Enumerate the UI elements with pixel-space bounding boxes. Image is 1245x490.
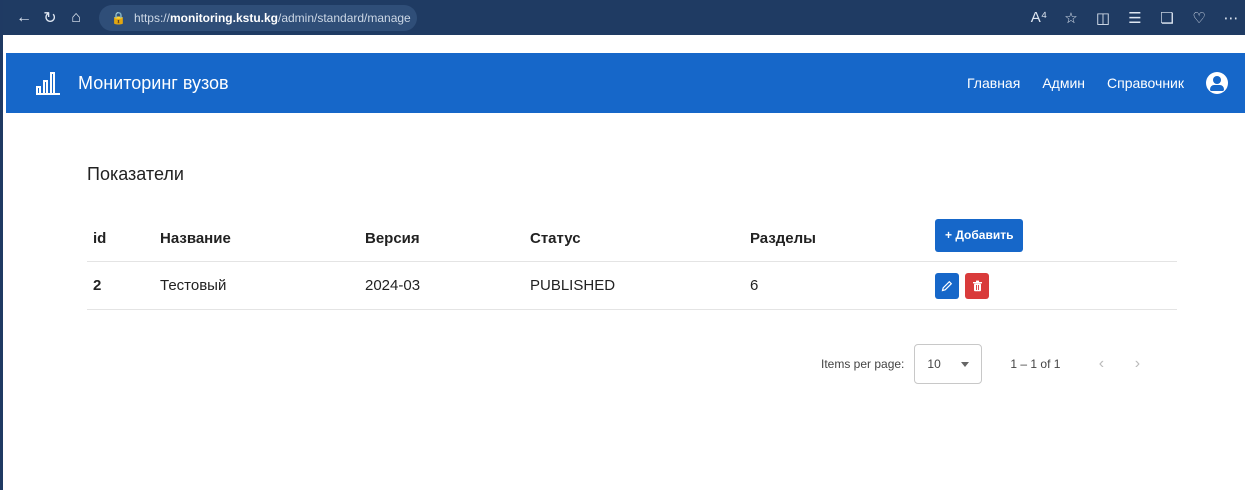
address-bar[interactable]: 🔒 https://monitoring.kstu.kg/admin/stand… <box>99 4 417 31</box>
row-version: 2024-03 <box>365 277 421 294</box>
bar-chart-logo-icon <box>36 70 66 96</box>
row-id: 2 <box>93 277 102 294</box>
row-sections: 6 <box>750 277 759 294</box>
table-row[interactable]: 2 Тестовый 2024-03 PUBLISHED 6 <box>87 262 1177 310</box>
column-header-name: Название <box>160 229 231 247</box>
column-header-version: Версия <box>365 229 420 247</box>
trash-icon <box>972 280 982 291</box>
dropdown-caret-icon <box>961 362 970 367</box>
delete-button[interactable] <box>965 272 989 299</box>
indicators-table: id Название Версия Статус Разделы + Доба… <box>87 215 1177 310</box>
next-page-icon[interactable]: › <box>1124 351 1150 377</box>
brand-name[interactable]: Мониторинг вузов <box>78 73 229 94</box>
paginator: Items per page: 10 1 – 1 of 1 ‹ › <box>821 342 1150 386</box>
browser-essentials-icon[interactable]: ♡ <box>1186 5 1212 31</box>
page-title: Показатели <box>87 164 184 184</box>
browser-actions: A⁴ ☆ ◫ ☰ ❏ ♡ ⋯ <box>1026 0 1245 35</box>
more-menu-icon[interactable]: ⋯ <box>1218 5 1244 31</box>
row-name: Тестовый <box>160 277 227 294</box>
account-icon[interactable] <box>1206 72 1228 94</box>
actions-header: + Добавить <box>935 218 1024 252</box>
refresh-icon[interactable]: ↻ <box>37 5 63 31</box>
collections-icon[interactable]: ❏ <box>1154 5 1180 31</box>
lock-icon: 🔒 <box>111 10 126 25</box>
column-header-id: id <box>93 229 107 247</box>
split-screen-icon[interactable]: ◫ <box>1090 5 1116 31</box>
app-header: Мониторинг вузов Главная Админ Справочни… <box>6 53 1245 113</box>
pencil-icon <box>941 280 953 291</box>
edit-button[interactable] <box>935 272 959 299</box>
back-arrow-icon[interactable]: ← <box>11 5 37 31</box>
browser-toolbar: ← ↻ ⌂ 🔒 https://monitoring.kstu.kg/admin… <box>3 0 1245 35</box>
add-button[interactable]: + Добавить <box>935 218 1024 252</box>
column-header-status: Статус <box>530 229 581 247</box>
url-path: /admin/standard/manage <box>277 10 411 25</box>
browser-window: ← ↻ ⌂ 🔒 https://monitoring.kstu.kg/admin… <box>0 0 1245 490</box>
previous-page-icon[interactable]: ‹ <box>1088 351 1114 377</box>
read-aloud-icon[interactable]: A⁴ <box>1026 5 1052 31</box>
url-scheme: https:// <box>133 10 170 25</box>
nav-home[interactable]: Главная <box>967 75 1020 91</box>
row-actions <box>935 272 989 299</box>
table-header-row: id Название Версия Статус Разделы + Доба… <box>87 215 1177 262</box>
items-per-page-label: Items per page: <box>821 357 905 371</box>
favorites-list-icon[interactable]: ☰ <box>1122 5 1148 31</box>
column-header-sections: Разделы <box>750 229 816 247</box>
page-range: 1 – 1 of 1 <box>1010 357 1061 371</box>
page-size-value: 10 <box>927 357 941 371</box>
nav-admin[interactable]: Админ <box>1042 75 1085 91</box>
url-host: monitoring.kstu.kg <box>169 10 278 25</box>
top-nav: Главная Админ Справочник <box>967 53 1228 113</box>
nav-reference[interactable]: Справочник <box>1107 75 1184 91</box>
home-icon[interactable]: ⌂ <box>63 5 89 31</box>
row-status: PUBLISHED <box>530 277 616 294</box>
page-size-select[interactable]: 10 <box>914 344 983 384</box>
favorite-star-icon[interactable]: ☆ <box>1058 5 1084 31</box>
